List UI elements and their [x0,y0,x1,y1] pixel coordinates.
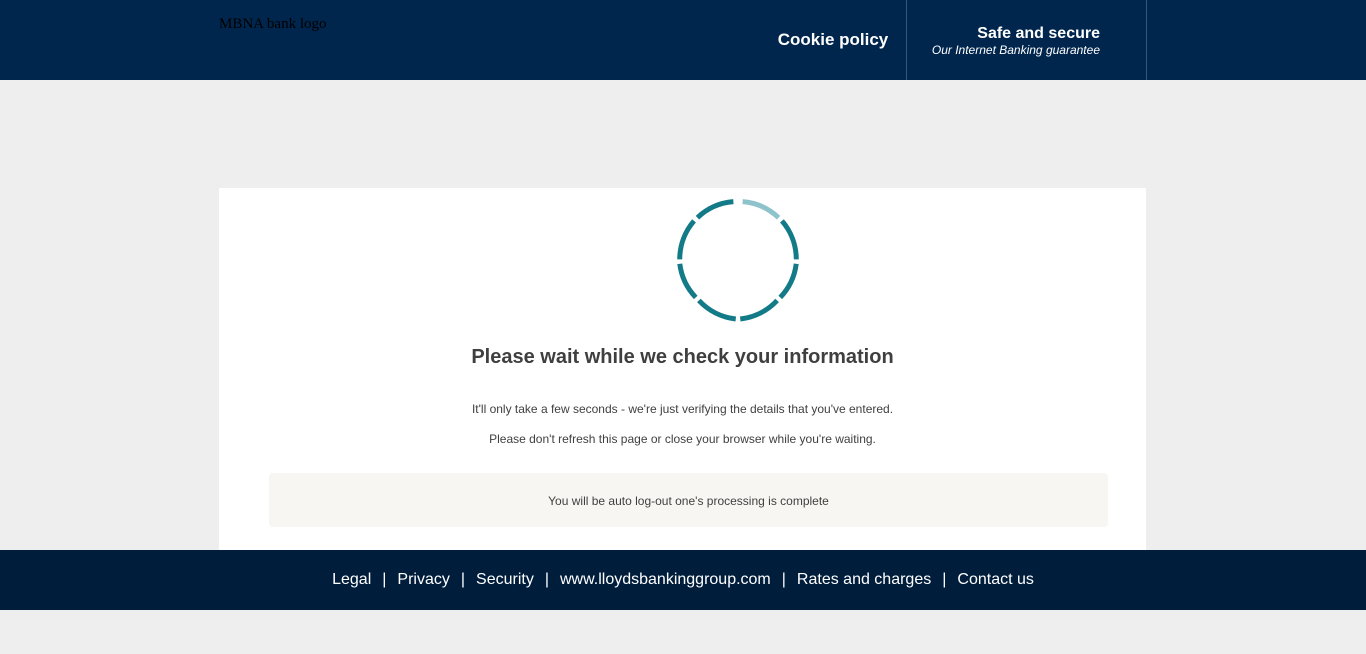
footer-separator: | [544,571,549,588]
logout-notice-text: You will be auto log-out one's processin… [548,494,829,508]
footer-link-legal[interactable]: Legal [332,571,371,589]
footer-separator: | [781,571,786,588]
loading-spinner-icon [677,199,799,322]
safe-and-secure-subtitle: Our Internet Banking guarantee [931,43,1100,57]
info-text-verifying: It'll only take a few seconds - we're ju… [471,402,894,416]
processing-card: Please wait while we check your informat… [219,188,1146,550]
cookie-policy-link[interactable]: Cookie policy [770,30,896,50]
footer-link-rates-and-charges[interactable]: Rates and charges [797,571,931,589]
site-footer: Legal | Privacy | Security | www.lloydsb… [0,550,1366,610]
page-title: Please wait while we check your informat… [471,346,894,368]
footer-link-privacy[interactable]: Privacy [397,571,449,589]
mbna-logo[interactable]: MBNA bank logo [219,16,327,33]
footer-link-contact-us[interactable]: Contact us [957,571,1033,589]
safe-and-secure-link[interactable]: Safe and secure Our Internet Banking gua… [907,25,1100,57]
safe-and-secure-title: Safe and secure [977,25,1100,42]
logout-notice: You will be auto log-out one's processin… [269,473,1108,527]
footer-link-lloyds-banking-group[interactable]: www.lloydsbankinggroup.com [560,571,771,589]
footer-separator: | [942,571,947,588]
footer-separator: | [382,571,387,588]
info-text-dont-refresh: Please don't refresh this page or close … [489,432,876,446]
header-divider [1146,0,1147,80]
footer-separator: | [460,571,466,588]
footer-link-security[interactable]: Security [476,571,534,589]
site-header: MBNA bank logo Cookie policy Safe and se… [0,0,1366,80]
